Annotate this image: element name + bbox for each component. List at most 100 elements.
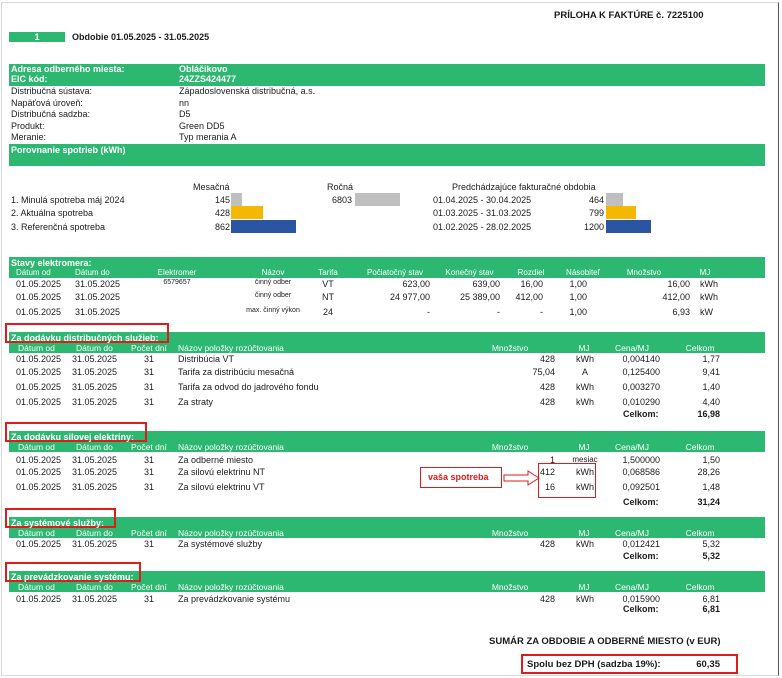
item-cell: Za silovú elektrinu NT <box>178 467 266 477</box>
item-cell: 0,004140 <box>622 354 660 364</box>
meter-cell: - <box>540 307 543 317</box>
info-value: nn <box>179 98 190 108</box>
item-col-header: Dátum do <box>76 582 113 592</box>
section-title: Za dodávku silovej elektriny: <box>11 432 135 442</box>
item-col-header: Celkom <box>685 343 715 353</box>
item-cell: 0,003270 <box>622 382 660 392</box>
meter-cell: 1,00 <box>569 292 587 302</box>
item-cell: 31.05.2025 <box>72 354 118 364</box>
compare-row-label: 3. Referenčná spotreba <box>11 222 106 232</box>
item-cell: 31.05.2025 <box>72 397 118 407</box>
item-cell: A <box>581 367 588 377</box>
info-value: 24ZZS424477 <box>179 74 237 84</box>
meter-col-header: Množstvo <box>626 268 662 277</box>
summary-total: 60,35 <box>696 659 720 670</box>
section-total-value: 31,24 <box>697 497 720 507</box>
consumption-highlight <box>538 463 596 498</box>
item-cell: 428 <box>539 354 555 364</box>
compare-prev-period: 01.03.2025 - 31.03.2025 <box>433 208 532 218</box>
item-col-header: Celkom <box>685 582 715 592</box>
meter-cell: max. činný výkon <box>246 307 300 314</box>
summary-title: SUMÁR ZA OBDOBIE A ODBERNÉ MIESTO (v EUR… <box>489 636 721 647</box>
compare-col-yearly: Ročná <box>327 182 354 192</box>
item-cell: kWh <box>576 594 594 604</box>
item-cell: 31 <box>143 467 154 477</box>
item-cell: 75,04 <box>532 367 555 377</box>
item-cell: 428 <box>539 397 555 407</box>
info-value: D5 <box>179 109 191 119</box>
item-cell: Tarifa za distribúciu mesačná <box>178 367 295 377</box>
item-cell: 31 <box>143 539 154 549</box>
meter-cell: 639,00 <box>472 279 500 289</box>
item-cell: 31.05.2025 <box>72 455 118 465</box>
meter-cell: 31.05.2025 <box>75 307 121 317</box>
item-cell: 0,125400 <box>622 367 660 377</box>
item-cell: 0,092501 <box>622 482 660 492</box>
item-cell: 0,068586 <box>622 467 660 477</box>
item-cell: 31.05.2025 <box>72 367 118 377</box>
item-col-header: Názov položky rozúčtovania <box>178 582 284 592</box>
compare-title: Porovnanie spotrieb (kWh) <box>11 145 126 155</box>
item-col-header: Cena/MJ <box>614 442 649 452</box>
item-cell: 31 <box>143 354 154 364</box>
item-cell: 0,010290 <box>622 397 660 407</box>
item-cell: 31 <box>143 482 154 492</box>
meter-cell: 24 977,00 <box>389 292 430 302</box>
meter-col-header: Dátum do <box>75 268 110 277</box>
meter-cell: 623,00 <box>402 279 430 289</box>
item-cell: Za prevádzkovanie systému <box>178 594 291 604</box>
compare-col-monthly: Mesačná <box>193 182 230 192</box>
item-cell: 31.05.2025 <box>72 594 118 604</box>
info-label: Napäťová úroveň: <box>11 98 83 108</box>
item-col-header: Množstvo <box>491 528 529 538</box>
item-cell: 31 <box>143 594 154 604</box>
meter-cell: činný odber <box>254 292 292 299</box>
previous-bar <box>606 193 623 206</box>
item-cell: Tarifa za odvod do jadrového fondu <box>178 382 319 392</box>
meter-cell: 16,00 <box>667 279 690 289</box>
item-col-header: Názov položky rozúčtovania <box>178 343 284 353</box>
meter-cell: 01.05.2025 <box>16 292 62 302</box>
summary-label: Spolu bez DPH (sadzba 19%): <box>527 659 661 670</box>
meter-cell: 24 <box>322 307 333 317</box>
item-col-header: Počet dní <box>131 442 167 452</box>
item-cell: 01.05.2025 <box>16 382 62 392</box>
item-cell: 428 <box>539 594 555 604</box>
item-cell: 31.05.2025 <box>72 482 118 492</box>
meter-title: Stavy elektromera: <box>11 258 92 268</box>
meter-cell: 31.05.2025 <box>75 292 121 302</box>
monthly-bar <box>231 206 263 219</box>
item-cell: 1,77 <box>702 354 720 364</box>
item-cell: 01.05.2025 <box>16 354 62 364</box>
item-cell: 31 <box>143 382 154 392</box>
meter-col-header: MJ <box>699 268 711 277</box>
meter-cell: 1,00 <box>569 279 587 289</box>
meter-cell: 1,00 <box>569 307 587 317</box>
item-col-header: Celkom <box>685 528 715 538</box>
compare-monthly-value: 862 <box>214 222 230 232</box>
meter-col-header: Tarifa <box>318 268 338 277</box>
compare-row-label: 1. Minulá spotreba máj 2024 <box>11 195 125 205</box>
invoice-attachment-title: PRÍLOHA K FAKTÚRE č. 7225100 <box>554 10 704 21</box>
item-cell: 0,015900 <box>622 594 660 604</box>
compare-prev-value: 1200 <box>583 222 604 232</box>
item-cell: kWh <box>576 397 594 407</box>
item-col-header: Množstvo <box>491 582 529 592</box>
consumption-note: vaša spotreba <box>428 472 489 482</box>
info-value: Green DD5 <box>179 121 225 131</box>
meter-col-header: Elektromer <box>157 268 197 277</box>
period-index: 1 <box>34 32 40 42</box>
meter-col-header: Počiatočný stav <box>366 268 424 277</box>
item-col-header: Dátum od <box>18 528 55 538</box>
item-col-header: Množstvo <box>491 442 529 452</box>
item-cell: Za silovú elektrinu VT <box>178 482 265 492</box>
item-cell: 4,40 <box>702 397 720 407</box>
item-col-header: Názov položky rozúčtovania <box>178 442 284 452</box>
meter-col-header: Dátum od <box>16 268 51 277</box>
section-title: Za systémové služby: <box>11 518 105 528</box>
compare-monthly-value: 145 <box>214 195 230 205</box>
item-cell: 428 <box>539 539 555 549</box>
item-cell: 31.05.2025 <box>72 382 118 392</box>
item-cell: 31 <box>143 455 154 465</box>
info-label: Produkt: <box>11 121 45 131</box>
